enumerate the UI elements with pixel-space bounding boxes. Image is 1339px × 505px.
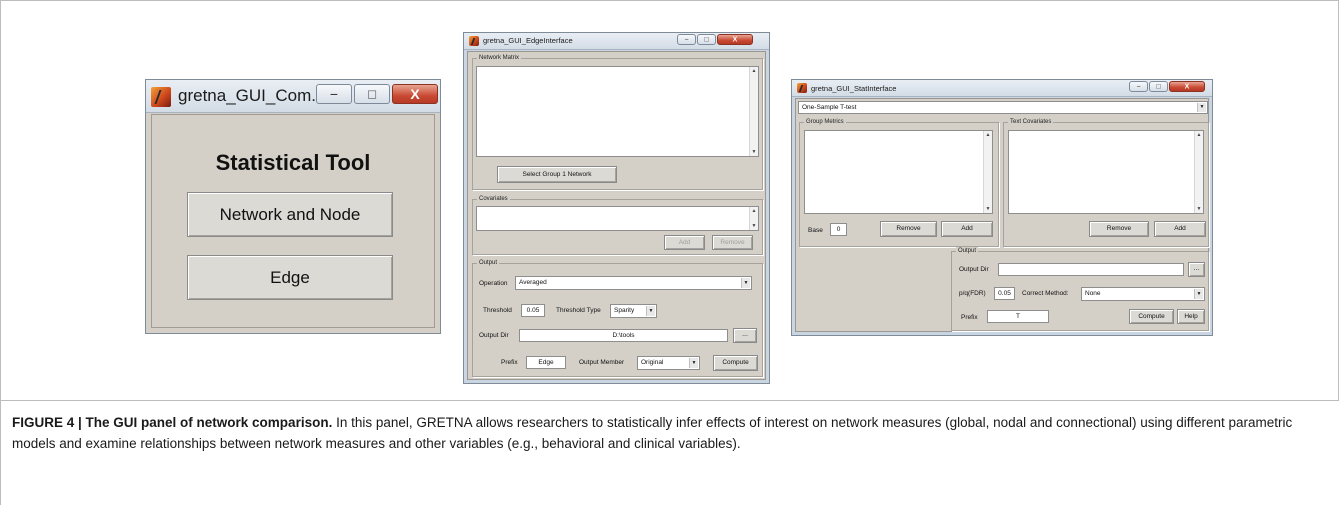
base-input[interactable]: 0 (830, 223, 847, 236)
browse-button[interactable]: ... (733, 328, 757, 343)
add-covariate-button[interactable]: Add (1154, 221, 1206, 237)
minimize-button[interactable]: − (316, 84, 352, 104)
output-label: Output (477, 259, 500, 267)
compute-button[interactable]: Compute (1129, 309, 1174, 324)
page-title: Statistical Tool (215, 150, 371, 175)
add-group-metric-button[interactable]: Add (941, 221, 993, 237)
window-body: One-Sample T-test ▼ Group Metrics ▲ ▼ Base… (795, 98, 1209, 332)
output-dir-input[interactable] (998, 263, 1184, 276)
browse-button[interactable]: ... (1188, 262, 1205, 277)
output-dir-input[interactable]: D:\tools (519, 329, 728, 342)
correct-method-select[interactable]: None ▼ (1081, 287, 1205, 301)
prefix-label: Prefix (961, 314, 978, 321)
network-matrix-label: Network Matrix (477, 54, 522, 62)
compute-button[interactable]: Compute (713, 355, 758, 371)
prefix-input[interactable]: T (987, 310, 1049, 323)
minimize-button[interactable]: − (1129, 81, 1148, 92)
edge-interface-window: gretna_GUI_EdgeInterface − □ X Network M… (463, 32, 770, 384)
edge-button[interactable]: Edge (187, 255, 393, 300)
threshold-input[interactable]: 0.05 (521, 304, 545, 317)
threshold-type-label: Threshold Type (556, 307, 601, 314)
prefix-input[interactable]: Edge (526, 356, 566, 369)
operation-label: Operation (479, 280, 508, 287)
correct-method-label: Correct Method: (1022, 290, 1069, 297)
threshold-type-select[interactable]: Sparity ▼ (610, 304, 657, 318)
window-title: gretna_GUI_EdgeInterface (483, 36, 573, 45)
output-member-select[interactable]: Original ▼ (637, 356, 700, 370)
covariates-list[interactable]: ▲ ▼ (476, 206, 759, 231)
text-covariates-label: Text Covariates (1008, 118, 1054, 126)
covariates-label: Covariates (477, 195, 510, 203)
scrollbar[interactable]: ▲ ▼ (749, 67, 758, 156)
scrollbar[interactable]: ▲ ▼ (1194, 131, 1203, 213)
network-matrix-list[interactable]: ▲ ▼ (476, 66, 759, 157)
matlab-icon (151, 87, 171, 107)
network-matrix-group: Network Matrix ▲ ▼ Select Group 1 Network (472, 54, 763, 190)
statistical-tool-window: gretna_GUI_Com... − □ X Statistical Tool… (145, 79, 441, 334)
scrollbar[interactable]: ▲ ▼ (983, 131, 992, 213)
text-covariates-list[interactable]: ▲ ▼ (1008, 130, 1204, 214)
scrollbar[interactable]: ▲ ▼ (749, 207, 758, 230)
window-body: Statistical Tool Network and Node Edge (151, 114, 435, 328)
remove-covariate-button[interactable]: Remove (1089, 221, 1149, 237)
title-bar[interactable]: gretna_GUI_Com... − □ X (146, 80, 440, 113)
figure-caption: FIGURE 4 | The GUI panel of network comp… (12, 412, 1328, 454)
maximize-button[interactable]: □ (1149, 81, 1168, 92)
output-member-label: Output Member (579, 359, 625, 366)
group-metrics-list[interactable]: ▲ ▼ (804, 130, 993, 214)
text-covariates-group: Text Covariates ▲ ▼ Remove Add (1003, 118, 1209, 247)
pq-fdr-input[interactable]: 0.05 (994, 287, 1015, 300)
threshold-label: Threshold (483, 307, 512, 314)
prefix-label: Prefix (501, 359, 518, 366)
group-metrics-group: Group Metrics ▲ ▼ Base 0 Remove Add (799, 118, 999, 247)
output-label: Output (956, 247, 979, 255)
output-group: Output Output Dir ... p/q(FDR) 0.05 Corr… (951, 247, 1209, 331)
network-and-node-button[interactable]: Network and Node (187, 192, 393, 237)
window-title: gretna_GUI_Com... (178, 86, 326, 105)
close-button[interactable]: X (717, 34, 753, 45)
minimize-button[interactable]: − (677, 34, 696, 45)
maximize-button[interactable]: □ (354, 84, 390, 104)
select-group-network-button[interactable]: Select Group 1 Network (497, 166, 617, 183)
stat-interface-window: gretna_GUI_StatInterface − □ X One-Sampl… (791, 79, 1213, 336)
pq-fdr-label: p/q(FDR) (959, 290, 986, 297)
caption-title: FIGURE 4 | The GUI panel of network comp… (12, 415, 333, 430)
base-label: Base (808, 227, 823, 234)
remove-button[interactable]: Remove (712, 235, 753, 250)
close-button[interactable]: X (1169, 81, 1205, 92)
window-title: gretna_GUI_StatInterface (811, 84, 897, 93)
maximize-button[interactable]: □ (697, 34, 716, 45)
output-dir-label: Output Dir (479, 332, 509, 339)
title-bar[interactable]: gretna_GUI_EdgeInterface − □ X (464, 33, 769, 50)
window-body: Network Matrix ▲ ▼ Select Group 1 Network… (467, 51, 766, 380)
help-button[interactable]: Help (1177, 309, 1205, 324)
group-metrics-label: Group Metrics (804, 118, 846, 126)
close-button[interactable]: X (392, 84, 438, 104)
add-button[interactable]: Add (664, 235, 705, 250)
output-dir-label: Output Dir (959, 266, 989, 273)
covariates-group: Covariates ▲ ▼ Add Remove (472, 195, 763, 255)
operation-select[interactable]: Averaged ▼ (515, 276, 752, 290)
output-group: Output Operation Averaged ▼ Threshold 0.0… (472, 259, 763, 377)
title-bar[interactable]: gretna_GUI_StatInterface − □ X (792, 80, 1212, 97)
matlab-icon (469, 36, 479, 46)
matlab-icon (797, 83, 807, 93)
remove-group-metric-button[interactable]: Remove (880, 221, 937, 237)
test-type-select[interactable]: One-Sample T-test ▼ (798, 101, 1208, 114)
